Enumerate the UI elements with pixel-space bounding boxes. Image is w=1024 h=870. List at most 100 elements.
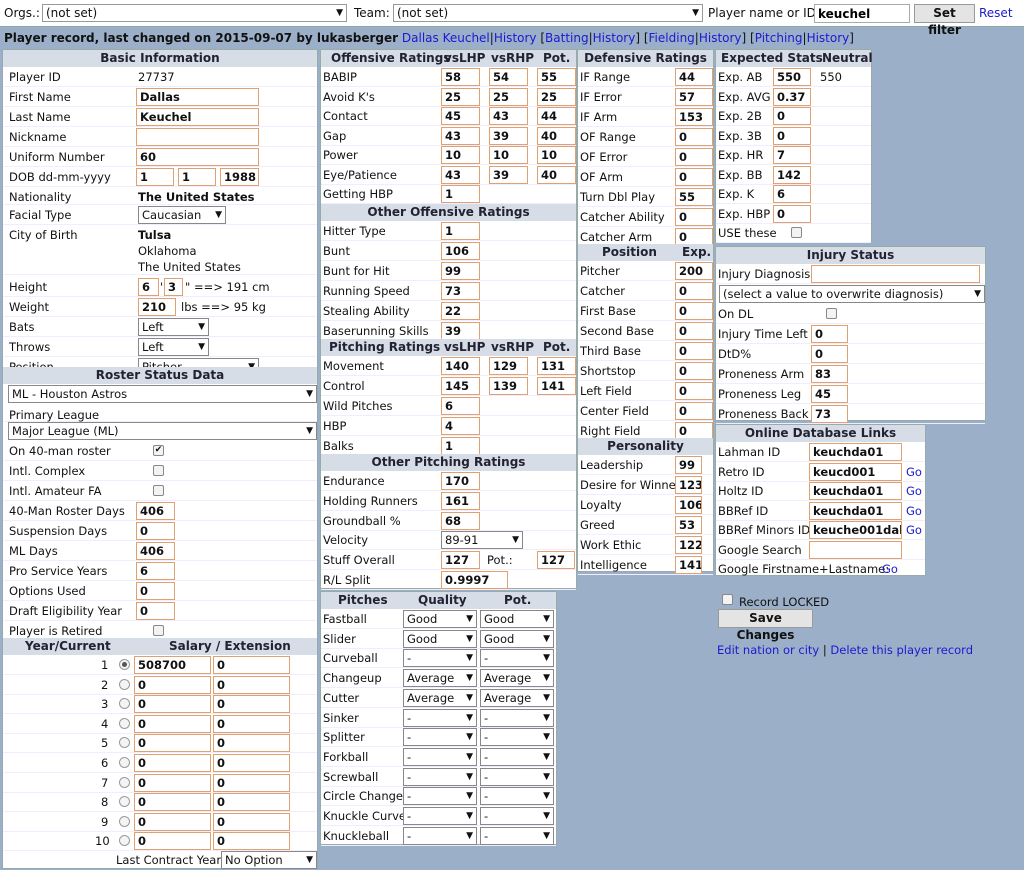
roster-days-field[interactable]: 406: [136, 502, 175, 520]
velocity-select[interactable]: 89-91 ▼: [441, 531, 523, 549]
pitch-potential-select[interactable]: - ▼: [480, 767, 554, 786]
extension-field[interactable]: 0: [213, 793, 290, 812]
pitching-field[interactable]: 131: [537, 357, 576, 375]
db-link-field[interactable]: keuchda01: [809, 443, 902, 461]
expected-field[interactable]: 6: [773, 185, 811, 203]
save-changes-button[interactable]: Save Changes: [718, 609, 813, 642]
extension-field[interactable]: 0: [213, 675, 290, 694]
rating-field[interactable]: 6: [441, 397, 480, 415]
rating-field[interactable]: 0: [811, 325, 848, 343]
rating-field[interactable]: 153: [675, 108, 713, 126]
current-year-radio[interactable]: [119, 815, 130, 827]
rating-field[interactable]: 0: [675, 362, 713, 380]
batting-link[interactable]: Batting: [545, 31, 589, 45]
extension-field[interactable]: 0: [213, 832, 290, 851]
offense-field[interactable]: 45: [441, 107, 480, 125]
db-link-field[interactable]: keuchda01: [809, 482, 902, 500]
pitch-quality-select[interactable]: - ▼: [403, 767, 477, 786]
offense-field[interactable]: 10: [537, 146, 576, 164]
go-link[interactable]: Go: [906, 465, 922, 479]
offense-field[interactable]: 25: [537, 87, 576, 106]
current-year-radio[interactable]: [119, 698, 130, 710]
pitch-potential-select[interactable]: - ▼: [480, 807, 554, 825]
orgs-select[interactable]: (not set) ▼: [42, 4, 347, 22]
offense-field[interactable]: 55: [537, 68, 576, 86]
getting-hbp-field[interactable]: 1: [441, 185, 480, 203]
current-year-radio[interactable]: [119, 659, 130, 670]
pitch-potential-select[interactable]: - ▼: [480, 747, 554, 766]
go-link[interactable]: Go: [906, 484, 922, 498]
last-name-field[interactable]: Keuchel: [136, 108, 259, 126]
rating-field[interactable]: 4: [441, 417, 480, 435]
rating-field[interactable]: 83: [811, 365, 848, 383]
expected-field[interactable]: 550: [773, 68, 811, 86]
player-link[interactable]: Dallas Keuchel: [402, 31, 490, 45]
rating-field[interactable]: 44: [675, 68, 713, 86]
rating-field[interactable]: 170: [441, 472, 480, 490]
expected-field[interactable]: 0: [773, 126, 811, 145]
facial-type-select[interactable]: Caucasian ▼: [138, 206, 226, 224]
pitching-field[interactable]: 140: [441, 357, 480, 375]
pitch-potential-select[interactable]: Average ▼: [480, 669, 554, 688]
fielding-link[interactable]: Fielding: [649, 31, 695, 45]
pitching-link[interactable]: Pitching: [755, 31, 803, 45]
use-these-checkbox[interactable]: [791, 227, 802, 238]
current-year-radio[interactable]: [119, 717, 130, 729]
roster-team-select[interactable]: ML - Houston Astros ▼: [8, 385, 317, 403]
intl-amateur-fa-checkbox[interactable]: [153, 485, 164, 496]
current-year-radio[interactable]: [119, 835, 130, 847]
last-contract-select[interactable]: No Option ▼: [221, 851, 317, 869]
rating-field[interactable]: 0: [675, 302, 713, 320]
extension-field[interactable]: 0: [213, 773, 290, 792]
pitching-field[interactable]: 129: [489, 357, 528, 375]
go-link[interactable]: Go: [906, 504, 922, 518]
db-link-field[interactable]: keuchda01: [809, 501, 902, 520]
rating-field[interactable]: 45: [811, 385, 848, 403]
rating-field[interactable]: 57: [675, 88, 713, 106]
offense-field[interactable]: 10: [441, 146, 480, 164]
record-locked-checkbox[interactable]: [722, 594, 733, 605]
rating-field[interactable]: 141: [675, 556, 702, 574]
reset-link[interactable]: Reset: [979, 6, 1013, 20]
rating-field[interactable]: 0: [675, 208, 713, 226]
db-link-field[interactable]: keucd001: [809, 462, 902, 481]
rating-field[interactable]: 161: [441, 492, 480, 510]
pitch-quality-select[interactable]: Average ▼: [403, 669, 477, 688]
offense-field[interactable]: 40: [537, 165, 576, 184]
offense-field[interactable]: 25: [489, 87, 528, 106]
weight-field[interactable]: 210: [138, 298, 176, 316]
pitch-potential-select[interactable]: - ▼: [480, 649, 554, 668]
pitching-history-link[interactable]: History: [807, 31, 850, 45]
expected-field[interactable]: 0: [773, 107, 811, 125]
offense-field[interactable]: 58: [441, 68, 480, 86]
on-dl-checkbox[interactable]: [826, 308, 837, 319]
pitch-potential-select[interactable]: - ▼: [480, 708, 554, 727]
stuff-pot-field[interactable]: 127: [537, 551, 575, 569]
pitch-quality-select[interactable]: - ▼: [403, 787, 477, 806]
set-filter-button[interactable]: Set filter: [914, 4, 975, 37]
stuff-field[interactable]: 127: [441, 551, 480, 569]
rating-field[interactable]: 68: [441, 512, 480, 530]
suspension-days-field[interactable]: 0: [136, 522, 175, 540]
offense-field[interactable]: 39: [489, 165, 528, 184]
throws-select[interactable]: Left ▼: [138, 338, 209, 356]
on-40-man-checkbox[interactable]: ✔: [153, 445, 164, 456]
salary-field[interactable]: 0: [134, 734, 211, 753]
pitch-quality-select[interactable]: - ▼: [403, 826, 477, 845]
google-firstlast-go-link[interactable]: Go: [882, 562, 898, 576]
offense-field[interactable]: 43: [441, 126, 480, 145]
primary-league-select[interactable]: Major League (ML) ▼: [8, 422, 317, 440]
salary-field[interactable]: 0: [134, 812, 211, 831]
rating-field[interactable]: 122: [675, 536, 702, 554]
offense-field[interactable]: 54: [489, 68, 528, 86]
pitching-field[interactable]: 141: [537, 377, 576, 395]
current-year-radio[interactable]: [119, 757, 130, 768]
rating-field[interactable]: 0: [675, 342, 713, 360]
nickname-field[interactable]: [136, 128, 259, 146]
rating-field[interactable]: 53: [675, 516, 702, 534]
extension-field[interactable]: 0: [213, 754, 290, 772]
pitch-quality-select[interactable]: - ▼: [403, 649, 477, 668]
pitch-quality-select[interactable]: Good ▼: [403, 610, 477, 628]
pitch-potential-select[interactable]: - ▼: [480, 787, 554, 806]
dob-day-field[interactable]: 1: [136, 168, 174, 186]
